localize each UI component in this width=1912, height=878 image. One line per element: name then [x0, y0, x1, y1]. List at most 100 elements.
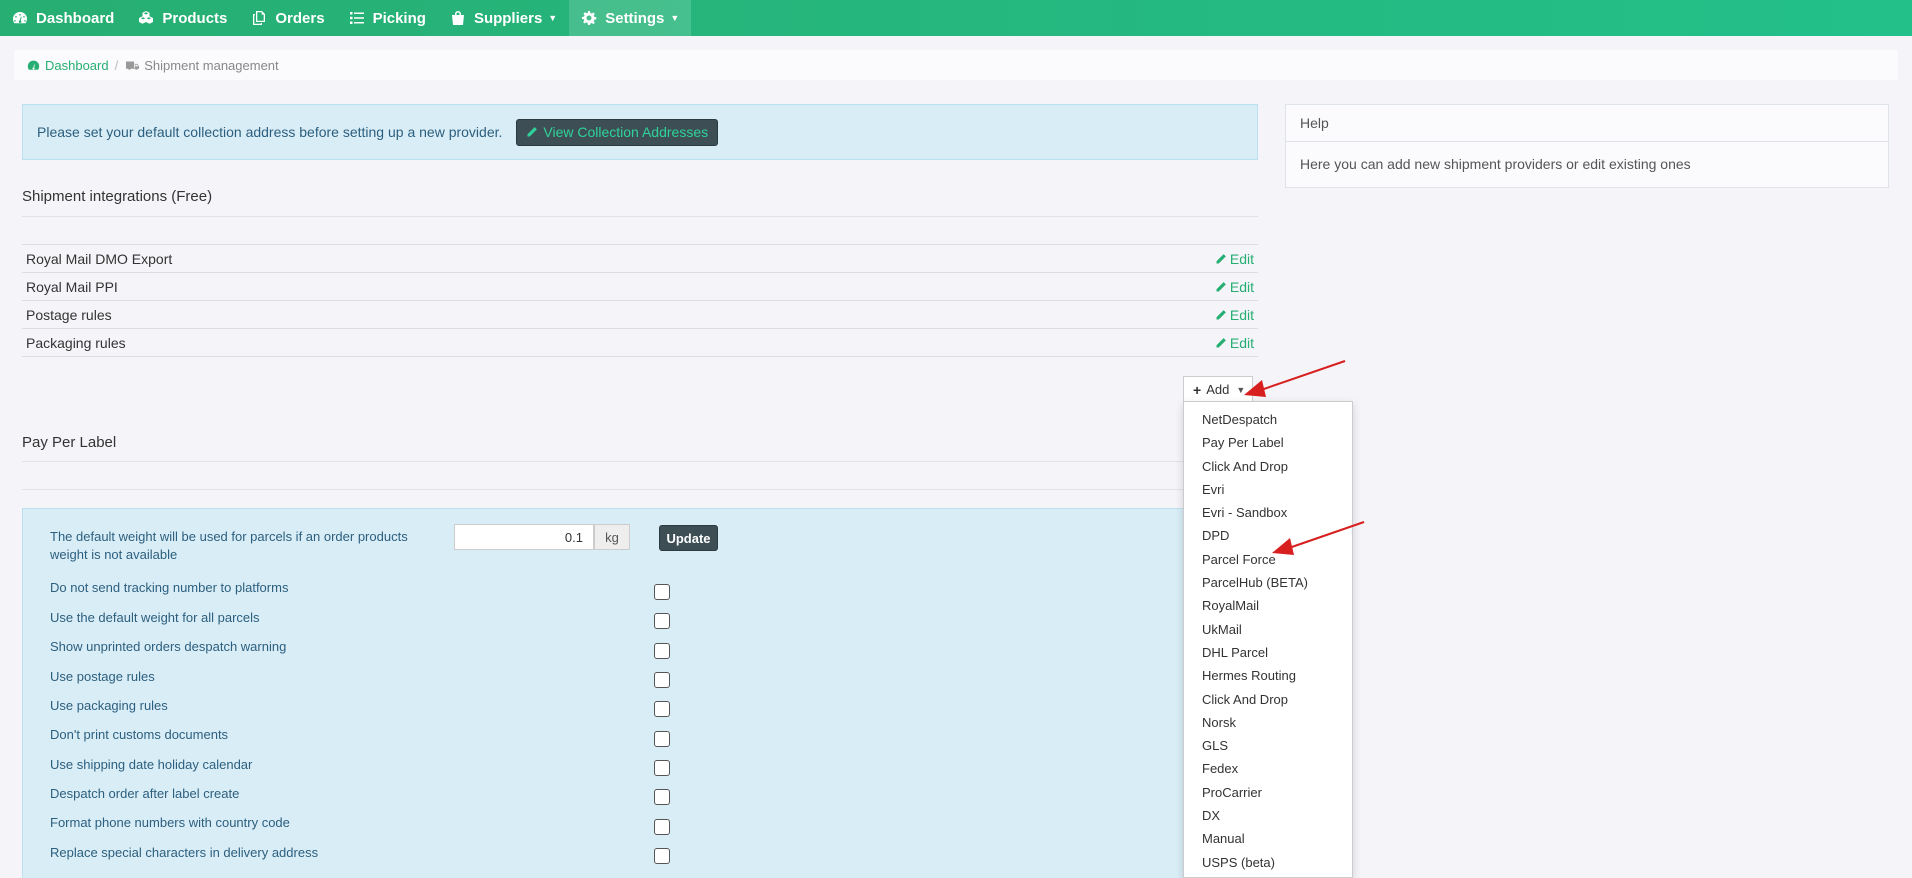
option-checkbox[interactable]	[654, 789, 670, 805]
nav-dashboard[interactable]: Dashboard	[0, 0, 126, 36]
option-checkbox[interactable]	[654, 848, 670, 864]
table-row: Postage rules Edit	[22, 301, 1258, 329]
dropdown-item[interactable]: Click And Drop	[1184, 455, 1352, 478]
dashboard-icon	[27, 60, 40, 70]
option-label: Show unprinted orders despatch warning	[50, 639, 287, 654]
nav-suppliers[interactable]: Suppliers ▼	[438, 0, 569, 36]
shopping-bag-icon	[450, 10, 466, 26]
top-navbar: Dashboard Products Orders Picking Suppli…	[0, 0, 1912, 36]
nav-settings[interactable]: Settings ▼	[569, 0, 692, 36]
pay-per-label-title: Pay Per Label	[22, 434, 117, 451]
help-title: Help	[1286, 105, 1888, 142]
option-checkbox[interactable]	[654, 731, 670, 747]
gear-icon	[581, 10, 597, 26]
breadcrumb-current: Shipment management	[126, 58, 279, 73]
dropdown-item[interactable]: Parcel Force	[1184, 548, 1352, 571]
option-label: Despatch order after label create	[50, 786, 240, 801]
option-checkbox[interactable]	[654, 584, 670, 600]
dropdown-item[interactable]: DHL Parcel	[1184, 641, 1352, 664]
breadcrumb-dashboard-link[interactable]: Dashboard	[27, 58, 109, 73]
ppl-divider-2	[22, 489, 1258, 490]
update-button[interactable]: Update	[659, 525, 718, 551]
edit-link[interactable]: Edit	[1215, 279, 1254, 295]
option-label: Use postage rules	[50, 669, 155, 684]
add-provider-dropdown: NetDespatch Pay Per Label Click And Drop…	[1183, 401, 1353, 878]
nav-products[interactable]: Products	[126, 0, 239, 36]
dropdown-item[interactable]: ParcelHub (BETA)	[1184, 571, 1352, 594]
edit-label: Edit	[1229, 334, 1254, 351]
default-weight-input[interactable]	[454, 524, 594, 550]
integration-name: Royal Mail DMO Export	[26, 250, 173, 267]
table-row: Packaging rules Edit	[22, 329, 1258, 357]
option-label: Use packaging rules	[50, 698, 168, 713]
nav-suppliers-label: Suppliers	[473, 9, 543, 27]
default-weight-label-line1: The default weight will be used for parc…	[50, 529, 408, 544]
help-panel: Help Here you can add new shipment provi…	[1285, 104, 1889, 188]
dropdown-item[interactable]: Manual	[1184, 827, 1352, 850]
settings-panel: The default weight will be used for parc…	[22, 508, 1258, 878]
option-label: Do not send tracking number to platforms	[50, 580, 289, 595]
view-collection-addresses-button[interactable]: View Collection Addresses	[516, 118, 719, 146]
nav-orders-label: Orders	[275, 9, 325, 27]
dropdown-item[interactable]: Evri	[1184, 478, 1352, 501]
integration-name: Royal Mail PPI	[26, 278, 118, 295]
nav-dashboard-label: Dashboard	[36, 9, 115, 27]
list-icon	[349, 10, 365, 26]
dropdown-item[interactable]: USPS (beta)	[1184, 851, 1352, 874]
dropdown-item[interactable]: GLS	[1184, 734, 1352, 757]
dropdown-item[interactable]: NetDespatch	[1184, 408, 1352, 431]
weight-unit: kg	[594, 524, 630, 550]
dropdown-item[interactable]: Norsk	[1184, 711, 1352, 734]
add-provider-button[interactable]: + Add ▼	[1183, 376, 1253, 402]
dropdown-item[interactable]: ProCarrier	[1184, 781, 1352, 804]
pencil-icon	[527, 127, 538, 137]
red-arrow-icon	[1244, 360, 1346, 397]
dropdown-item[interactable]: Fedex	[1184, 757, 1352, 780]
edit-link[interactable]: Edit	[1215, 335, 1254, 351]
dropdown-item[interactable]: DX	[1184, 804, 1352, 827]
edit-link[interactable]: Edit	[1215, 307, 1254, 323]
option-checkbox[interactable]	[654, 613, 670, 629]
option-checkbox[interactable]	[654, 643, 670, 659]
option-label: Use the default weight for all parcels	[50, 610, 260, 625]
breadcrumb-separator: /	[114, 57, 119, 73]
view-collection-addresses-label: View Collection Addresses	[543, 124, 709, 140]
option-checkbox[interactable]	[654, 760, 670, 776]
nav-picking[interactable]: Picking	[337, 0, 438, 36]
alert-text: Please set your default collection addre…	[37, 124, 503, 140]
pencil-icon	[1216, 253, 1226, 263]
caret-down-icon: ▼	[670, 13, 680, 23]
nav-orders[interactable]: Orders	[239, 0, 336, 36]
default-weight-label-line2: weight is not available	[50, 547, 178, 562]
option-label: Use shipping date holiday calendar	[50, 757, 253, 772]
nav-products-label: Products	[162, 9, 228, 27]
option-checkbox[interactable]	[654, 672, 670, 688]
dropdown-item[interactable]: UkMail	[1184, 618, 1352, 641]
dropdown-item[interactable]: RoyalMail	[1184, 594, 1352, 617]
integrations-title: Shipment integrations (Free)	[22, 188, 213, 205]
dropdown-item[interactable]: Pay Per Label	[1184, 431, 1352, 454]
dropdown-item[interactable]: Evri - Sandbox	[1184, 501, 1352, 524]
default-weight-label: The default weight will be used for parc…	[50, 528, 408, 564]
plus-icon: +	[1193, 381, 1202, 398]
nav-picking-label: Picking	[372, 9, 426, 27]
cubes-icon	[138, 10, 154, 26]
edit-label: Edit	[1229, 306, 1254, 323]
edit-label: Edit	[1229, 250, 1254, 267]
integration-name: Postage rules	[26, 306, 112, 323]
edit-link[interactable]: Edit	[1215, 251, 1254, 267]
truck-icon	[126, 60, 140, 70]
option-label: Format phone numbers with country code	[50, 815, 290, 830]
integrations-divider	[22, 216, 1258, 217]
nav-settings-label: Settings	[605, 9, 665, 27]
dropdown-item[interactable]: Hermes Routing	[1184, 664, 1352, 687]
pencil-icon	[1216, 337, 1226, 347]
table-row: Royal Mail DMO Export Edit	[22, 245, 1258, 273]
dropdown-item[interactable]: DPD	[1184, 524, 1352, 547]
collection-address-alert: Please set your default collection addre…	[22, 104, 1258, 160]
add-label: Add	[1206, 382, 1230, 397]
dropdown-item[interactable]: Click And Drop	[1184, 688, 1352, 711]
edit-label: Edit	[1229, 278, 1254, 295]
option-checkbox[interactable]	[654, 819, 670, 835]
option-checkbox[interactable]	[654, 701, 670, 717]
